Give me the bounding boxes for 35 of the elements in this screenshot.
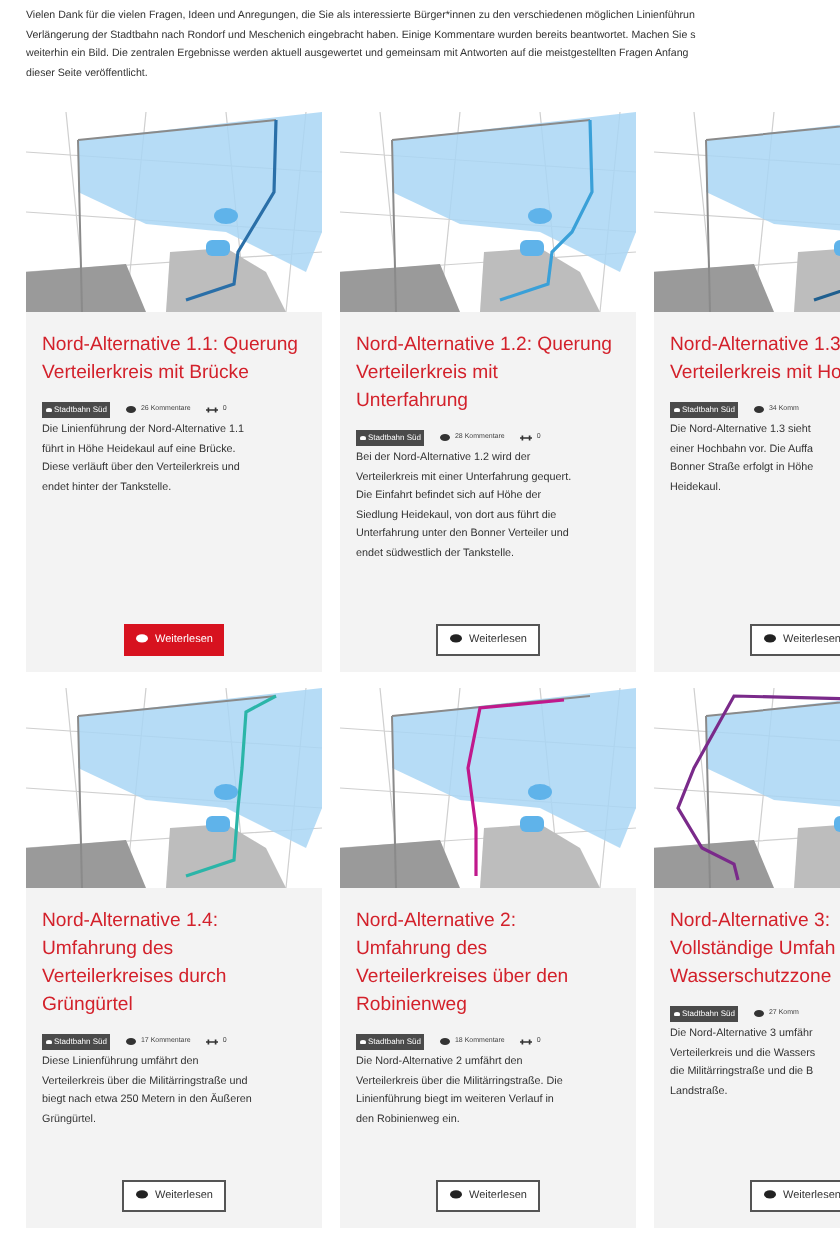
card-title[interactable]: Umfahrung des (356, 936, 620, 964)
card-title[interactable]: Unterfahrung (356, 388, 620, 416)
card-title[interactable]: Vollständige Umfah (670, 936, 840, 964)
card-title[interactable]: Verteilerkreis mit (356, 360, 620, 388)
comment-icon (674, 407, 680, 413)
card-title[interactable]: Verteilerkreises über den (356, 964, 620, 992)
card-title[interactable]: Nord-Alternative 1.4: (42, 908, 306, 936)
comment-icon (46, 1039, 52, 1045)
card-title[interactable]: Verteilerkreis mit Brücke (42, 360, 306, 388)
comment-icon (754, 1010, 765, 1018)
comment-icon (763, 1190, 776, 1201)
card-title[interactable]: Nord-Alternative 1.1: Querung (42, 332, 306, 360)
comment-icon (440, 1038, 451, 1046)
comment-icon (360, 1039, 366, 1045)
card-title[interactable]: Umfahrung des (42, 936, 306, 964)
card-title[interactable]: Robinienweg (356, 992, 620, 1020)
comment-icon (360, 435, 366, 441)
comment-icon (135, 1190, 148, 1201)
comment-icon (46, 407, 52, 413)
comment-icon (763, 634, 776, 645)
comment-icon (126, 1038, 137, 1046)
comment-icon (674, 1011, 680, 1017)
comment-icon (126, 406, 137, 414)
comment-icon (135, 634, 148, 645)
card-title[interactable]: Wasserschutzzone (670, 964, 840, 992)
card-title[interactable]: Nord-Alternative 3: (670, 908, 840, 936)
comment-icon (449, 1190, 462, 1201)
card-title[interactable]: Nord-Alternative 1.2: Querung (356, 332, 620, 360)
card-title[interactable]: Nord-Alternative 2: (356, 908, 620, 936)
card-title[interactable]: Verteilerkreises durch (42, 964, 306, 992)
comment-icon (754, 406, 765, 414)
card-title[interactable]: Nord-Alternative 1.3 (670, 332, 840, 360)
card-title[interactable]: Grüngürtel (42, 992, 306, 1020)
comment-icon (449, 634, 462, 645)
comment-icon (440, 434, 451, 442)
